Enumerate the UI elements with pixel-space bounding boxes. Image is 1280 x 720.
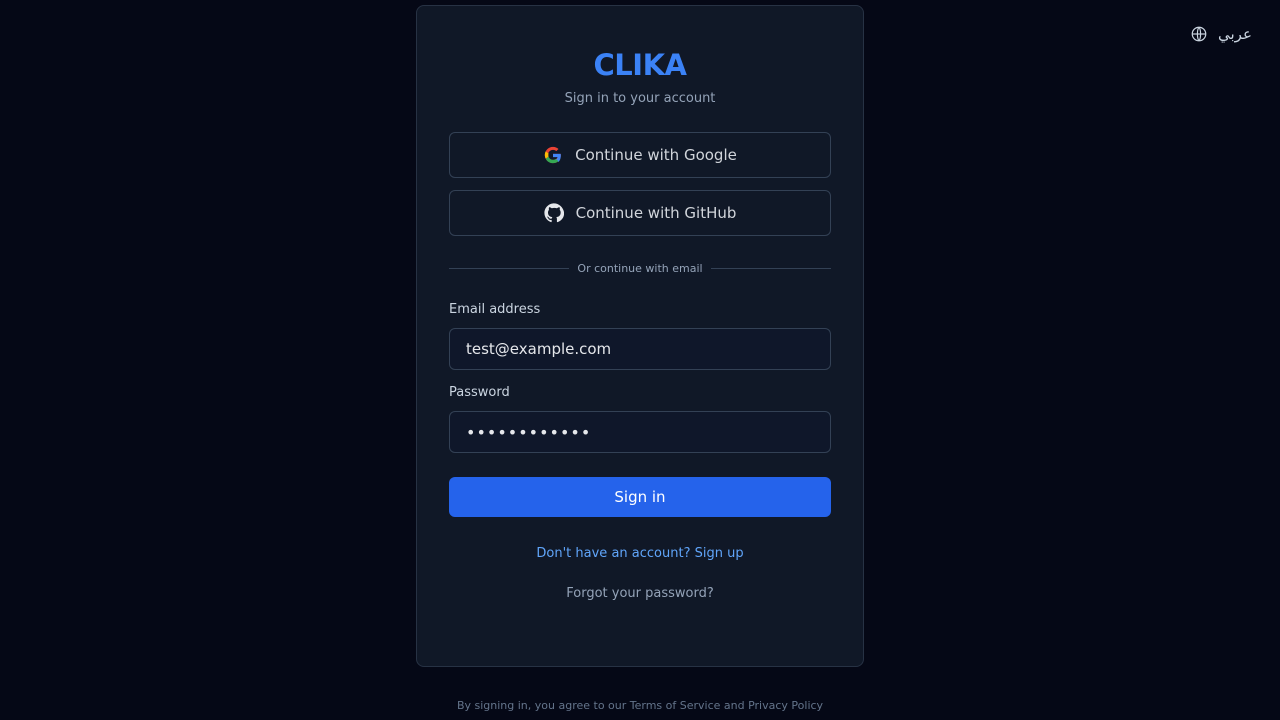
globe-icon	[1190, 25, 1208, 43]
divider-line-left	[449, 267, 570, 269]
language-label: عربي	[1218, 25, 1252, 43]
brand-logo: CLIKA	[593, 48, 687, 82]
signin-card: CLIKA Sign in to your account Continue w…	[416, 5, 864, 667]
password-field[interactable]	[449, 411, 831, 453]
page-subtitle: Sign in to your account	[564, 91, 716, 106]
language-switch[interactable]: عربي	[1190, 22, 1262, 46]
google-icon	[543, 145, 563, 165]
signin-button[interactable]: Sign in	[449, 477, 831, 517]
github-icon	[544, 203, 564, 223]
google-signin-button[interactable]: Continue with Google	[449, 132, 831, 178]
email-divider: Or continue with email	[449, 259, 831, 277]
signup-link[interactable]: Don't have an account? Sign up	[449, 545, 831, 563]
google-button-label: Continue with Google	[575, 146, 737, 164]
email-field[interactable]	[449, 328, 831, 370]
github-button-label: Continue with GitHub	[575, 204, 737, 222]
email-label: Email address	[449, 302, 541, 317]
divider-line-right	[710, 267, 831, 269]
terms-footer: By signing in, you agree to our Terms of…	[456, 699, 824, 712]
divider-text: Or continue with email	[577, 261, 703, 275]
password-label: Password	[449, 385, 510, 400]
forgot-password-link[interactable]: Forgot your password?	[449, 585, 831, 603]
github-signin-button[interactable]: Continue with GitHub	[449, 190, 831, 236]
